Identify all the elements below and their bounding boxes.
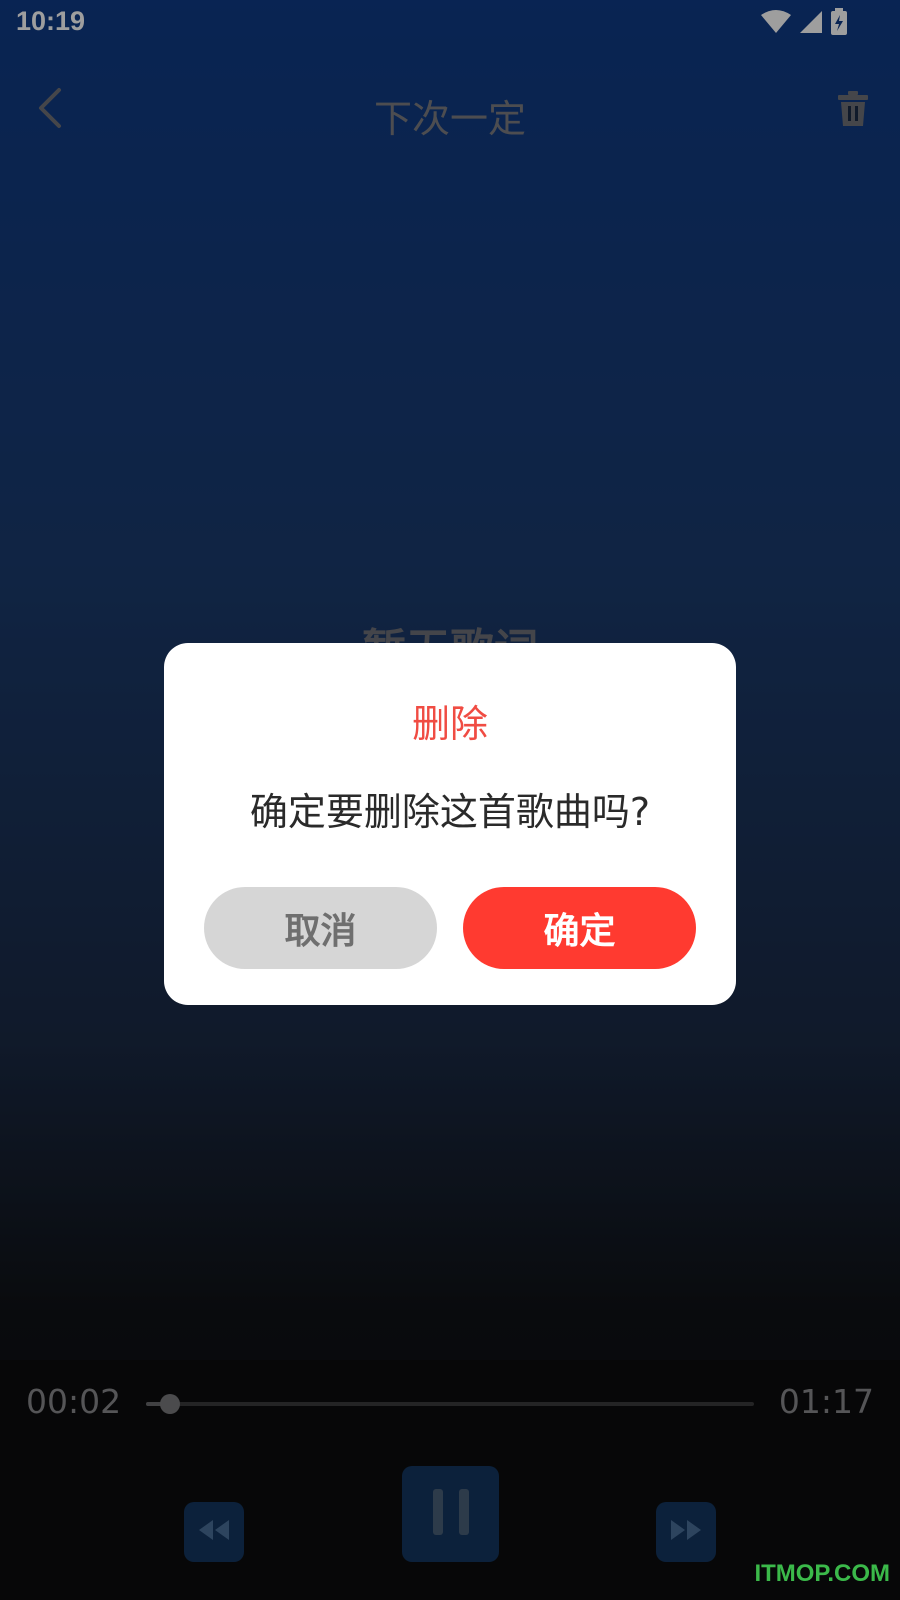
screen: 10:19 下次一定 00:02 01:17 删除 确定要删除这首歌曲吗? 取消… — [0, 0, 900, 1600]
cancel-button[interactable]: 取消 — [204, 887, 437, 969]
dialog-message: 确定要删除这首歌曲吗? — [249, 790, 651, 834]
dialog-title: 删除 — [411, 702, 488, 746]
confirm-button[interactable]: 确定 — [463, 887, 696, 969]
delete-dialog: 删除 确定要删除这首歌曲吗? 取消 确定 — [164, 643, 736, 1005]
watermark: ITMOP.COM — [754, 1560, 890, 1587]
